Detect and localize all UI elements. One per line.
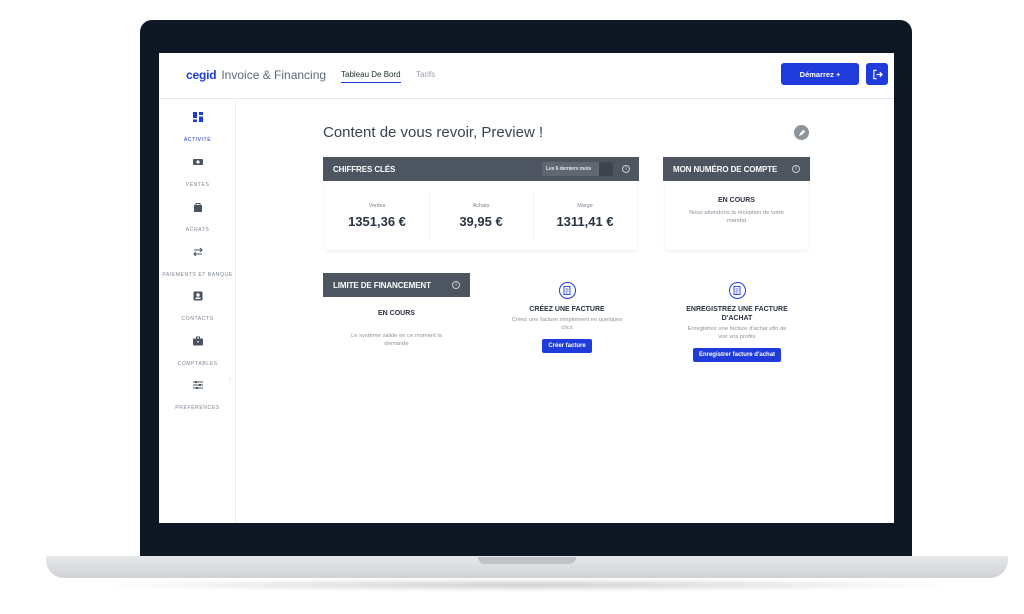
key-figures-header: CHIFFRES CLÉS Les 6 derniers mois i: [323, 157, 639, 181]
sidebar-item-label: CONTACTS: [181, 316, 214, 322]
purchase-doc-icon: [728, 282, 746, 299]
account-status-text: Nous attendons la réception de votre man…: [689, 210, 784, 224]
kpi-purchases: Achats 39,95 €: [429, 181, 533, 250]
account-number-title: MON NUMÉRO DE COMPTE: [673, 164, 778, 174]
financing-limit-body: EN COURS Le système valide en ce moment …: [323, 297, 470, 363]
dashboard-grid-icon: [192, 112, 203, 122]
start-button[interactable]: Démarrez +: [781, 63, 859, 85]
sidebar-item-label: VENTES: [185, 182, 210, 188]
sidebar-item-preferences[interactable]: PRÉFÉRENCES: [159, 379, 236, 414]
kpi-sales: Ventes 1351,36 €: [325, 181, 429, 250]
account-number-header: MON NUMÉRO DE COMPTE i: [663, 157, 810, 181]
kpi-label: Marge: [577, 203, 593, 209]
key-figures-title: CHIFFRES CLÉS: [333, 164, 396, 174]
kpi-value: 1351,36 €: [348, 214, 406, 229]
register-purchase-panel: ENREGISTREZ UNE FACTURE D'ACHAT Enregist…: [679, 282, 795, 362]
page-title: Content de vous revoir, Preview !: [323, 124, 544, 141]
sidebar-collapse-icon[interactable]: ›: [229, 377, 231, 383]
sidebar-item-paiements[interactable]: PAIEMENTS ET BANQUE: [159, 246, 236, 281]
brand-name: cegid: [186, 68, 217, 82]
invoice-doc-icon: [558, 282, 576, 299]
sliders-icon: [192, 381, 203, 389]
kpi-margin: Marge 1311,41 €: [533, 181, 637, 250]
sidebar-item-label: ACTIVITÉ: [183, 137, 212, 143]
register-purchase-button[interactable]: Enregistrer facture d'achat: [692, 348, 782, 362]
account-number-body: EN COURS Nous attendons la réception de …: [665, 181, 808, 250]
product-name: Invoice & Financing: [221, 68, 327, 82]
sidebar-item-achats[interactable]: ACHATS: [159, 201, 236, 236]
logout-icon: [872, 69, 883, 79]
sidebar-item-ventes[interactable]: VENTES: [159, 156, 236, 191]
kpi-value: 1311,41 €: [556, 214, 614, 229]
chevron-down-icon: [599, 162, 613, 176]
shopping-bag-icon: [193, 203, 202, 212]
financing-status-text: Le système valide en ce moment la demand…: [351, 333, 442, 347]
money-icon: [192, 159, 203, 165]
app-window: cegid Invoice & Financing Tableau De Bor…: [159, 53, 894, 523]
sidebar-item-contacts[interactable]: CONTACTS: [159, 290, 236, 325]
sidebar-item-activite[interactable]: ACTIVITÉ: [159, 111, 236, 146]
pencil-icon: [798, 129, 805, 136]
logout-button[interactable]: [866, 63, 888, 85]
brand-logo[interactable]: cegid Invoice & Financing: [186, 68, 326, 82]
laptop-notch: [478, 557, 576, 564]
transfer-arrows-icon: [192, 247, 203, 257]
kpi-value: 39,95 €: [459, 214, 503, 229]
briefcase-icon: [192, 336, 203, 346]
period-select-value: Les 6 derniers mois: [546, 166, 592, 172]
create-invoice-text: Créez une facture simplement en quelques…: [511, 317, 623, 331]
sidebar-item-label: PRÉFÉRENCES: [175, 405, 220, 411]
kpi-label: Ventes: [368, 203, 386, 209]
register-purchase-title: ENREGISTREZ UNE FACTURE D'ACHAT: [686, 306, 788, 322]
create-invoice-button[interactable]: Créer facture: [542, 339, 592, 353]
sidebar-item-label: ACHATS: [185, 227, 210, 233]
top-header: cegid Invoice & Financing Tableau De Bor…: [159, 53, 894, 99]
edit-button[interactable]: [794, 125, 809, 140]
financing-limit-title: LIMITE DE FINANCEMENT: [333, 280, 431, 290]
register-purchase-text: Enregistrez une facture d'achat afin de …: [687, 326, 787, 340]
sidebar: ACTIVITÉ VENTES ACHATS PAIEMENTS ET BANQ…: [159, 100, 236, 523]
laptop-shadow: [90, 578, 964, 592]
info-icon[interactable]: i: [452, 281, 460, 289]
sidebar-item-label: PAIEMENTS ET BANQUE: [162, 272, 233, 278]
financing-limit-header: LIMITE DE FINANCEMENT i: [323, 273, 470, 297]
period-select[interactable]: Les 6 derniers mois: [542, 162, 613, 176]
create-invoice-panel: CRÉEZ UNE FACTURE Créez une facture simp…: [503, 282, 631, 353]
tab-pricing[interactable]: Tarifs: [416, 70, 435, 79]
create-invoice-title: CRÉEZ UNE FACTURE: [529, 306, 605, 313]
financing-status: EN COURS: [378, 310, 415, 317]
info-icon[interactable]: i: [792, 165, 800, 173]
sidebar-item-label: COMPTABLES: [177, 361, 218, 367]
kpi-label: Achats: [472, 203, 490, 209]
tab-dashboard[interactable]: Tableau De Bord: [341, 70, 401, 83]
contact-card-icon: [193, 291, 202, 301]
sidebar-item-comptables[interactable]: COMPTABLES: [159, 335, 236, 370]
key-figures-body: Ventes 1351,36 € Achats 39,95 € Marge 13…: [325, 181, 637, 250]
info-icon[interactable]: i: [622, 165, 630, 173]
account-status: EN COURS: [718, 197, 755, 204]
